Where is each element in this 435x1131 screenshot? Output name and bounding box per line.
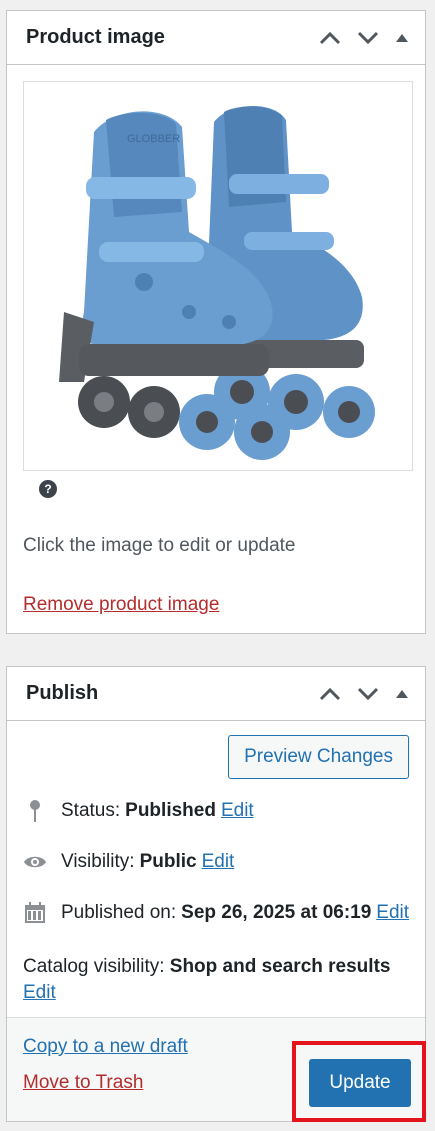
triangle-up-icon [396,34,408,42]
publish-box: Publish Preview Changes Status: Publishe… [6,666,426,1122]
update-button[interactable]: Update [309,1059,411,1107]
eye-icon [23,850,47,874]
publish-title: Publish [26,682,99,704]
skate-brand-text: GLOBBER [127,133,180,145]
publish-header: Publish [7,667,425,721]
product-image-title: Product image [26,26,165,48]
published-on-value: Sep 26, 2025 at 06:19 [181,902,372,923]
visibility-value: Public [139,851,197,872]
catalog-visibility-row: Catalog visibility: Shop and search resu… [23,954,413,1006]
toggle-panel-button[interactable] [387,675,417,713]
catalog-visibility-edit-link[interactable]: Edit [23,982,56,1003]
status-row: Status: Published Edit [23,799,254,823]
preview-changes-button[interactable]: Preview Changes [228,735,409,779]
product-image-handle-actions [311,11,417,65]
product-image-header: Product image [7,11,425,65]
chevron-up-icon [319,31,341,45]
copy-to-draft-link[interactable]: Copy to a new draft [23,1036,188,1058]
product-image-thumbnail[interactable]: GLOBBER [23,81,413,471]
visibility-edit-link[interactable]: Edit [202,851,235,873]
toggle-panel-button[interactable] [387,19,417,57]
catalog-visibility-label: Catalog visibility: [23,956,165,977]
move-down-button[interactable] [349,675,387,713]
chevron-down-icon [357,687,379,701]
major-publishing-actions: Copy to a new draft Move to Trash Update [7,1017,426,1122]
visibility-label: Visibility: [61,851,135,872]
status-label: Status: [61,800,121,821]
publish-handle-actions [311,667,417,721]
move-up-button[interactable] [311,675,349,713]
product-image-box: Product image GLOBBER ? Click the image … [6,10,426,634]
triangle-up-icon [396,690,408,698]
published-on-edit-link[interactable]: Edit [376,902,409,924]
chevron-down-icon [357,31,379,45]
status-edit-link[interactable]: Edit [221,800,254,822]
published-on-label: Published on: [61,902,177,923]
published-on-row: Published on: Sep 26, 2025 at 06:19 Edit [23,901,409,925]
pin-icon [23,799,47,823]
image-edit-hint: Click the image to edit or update [23,535,296,556]
move-to-trash-link[interactable]: Move to Trash [23,1072,143,1094]
remove-product-image-link[interactable]: Remove product image [23,594,219,616]
chevron-up-icon [319,687,341,701]
move-up-button[interactable] [311,19,349,57]
move-down-button[interactable] [349,19,387,57]
status-value: Published [125,800,216,821]
calendar-icon [23,901,47,925]
product-image: GLOBBER [59,105,375,460]
help-icon[interactable]: ? [39,480,57,498]
visibility-row: Visibility: Public Edit [23,850,234,874]
catalog-visibility-value: Shop and search results [169,956,391,977]
